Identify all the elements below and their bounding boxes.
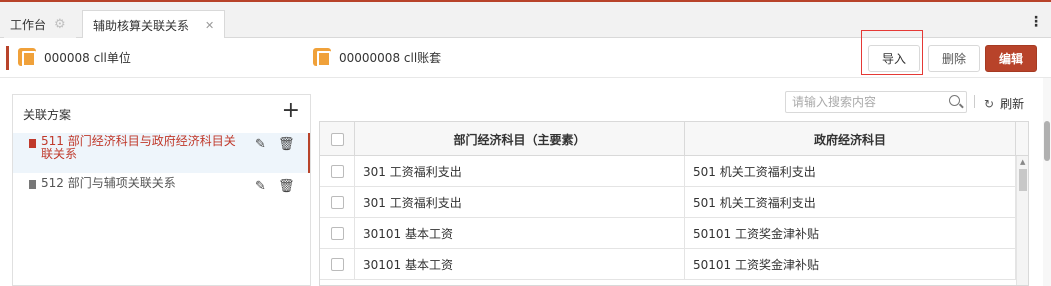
scheme-panel: 关联方案 + 511 部门经济科目与政府经济科目关联关系 ✎ 🗑 512 部门与… [12, 94, 311, 286]
row-checkbox-cell [320, 249, 355, 280]
dept-econ-cell: 301 工资福利支出 [355, 187, 685, 218]
book-label: 00000008 cll账套 [339, 50, 442, 65]
table-scrollbar[interactable]: ▲ [1016, 156, 1028, 285]
row-checkbox-cell [320, 156, 355, 187]
header-checkbox-cell [320, 122, 355, 156]
tab-label: 辅助核算关联关系 [93, 18, 190, 33]
building-icon [18, 48, 36, 67]
row-checkbox-cell [320, 218, 355, 249]
import-button[interactable]: 导入 [868, 45, 920, 72]
tab-label: 工作台 [10, 17, 47, 32]
column-header-gov-econ[interactable]: 政府经济科目 [685, 122, 1016, 156]
search-input[interactable] [786, 92, 936, 112]
dept-econ-cell: 301 工资福利支出 [355, 156, 685, 187]
dept-econ-cell: 30101 基本工资 [355, 218, 685, 249]
relations-table: 部门经济科目（主要素） 政府经济科目 301 工资福利支出 501 机关工资福利… [319, 121, 1029, 286]
row-checkbox[interactable] [330, 165, 344, 178]
close-icon[interactable]: ✕ [205, 19, 214, 32]
info-bar: 000008 cll单位 00000008 cll账套 导入 删除 编辑 [0, 30, 1051, 78]
refresh-button[interactable]: ↻ 刷新 [984, 95, 1024, 112]
scroll-up-arrow-icon[interactable]: ▲ [1020, 158, 1025, 166]
search-icon[interactable] [949, 95, 960, 106]
more-vertical-icon[interactable]: ⋮ [1029, 14, 1043, 30]
table-row[interactable]: 301 工资福利支出 501 机关工资福利支出 [320, 156, 1016, 187]
pencil-icon[interactable]: ✎ [255, 179, 266, 194]
scheme-item-512[interactable]: 512 部门与辅项关联关系 ✎ 🗑 [13, 175, 310, 197]
tab-bar: 工作台 ⚙ 辅助核算关联关系 ✕ ⋮ [0, 4, 1051, 39]
main-panel: 000008 cll单位 00000008 cll账套 导入 删除 编辑 关联方… [0, 30, 1051, 286]
add-icon[interactable]: + [282, 99, 300, 123]
row-checkbox[interactable] [330, 258, 344, 271]
top-accent-line [0, 0, 1051, 2]
refresh-icon: ↻ [984, 96, 995, 111]
document-icon [29, 139, 36, 148]
trash-icon[interactable]: 🗑 [278, 179, 295, 194]
dept-econ-cell: 30101 基本工资 [355, 249, 685, 280]
tab-aux-relations[interactable]: 辅助核算关联关系 ✕ [82, 10, 225, 39]
divider [974, 95, 975, 108]
gov-econ-cell: 501 机关工资福利支出 [685, 156, 1016, 187]
info-accent-bar [6, 46, 9, 70]
pencil-icon[interactable]: ✎ [255, 137, 266, 152]
scheme-item-label: 512 部门与辅项关联关系 [41, 176, 176, 190]
row-checkbox[interactable] [330, 196, 344, 209]
gov-econ-cell: 50101 工资奖金津补贴 [685, 218, 1016, 249]
unit-label: 000008 cll单位 [44, 50, 131, 65]
row-checkbox-cell [320, 187, 355, 218]
select-all-checkbox[interactable] [330, 132, 344, 146]
scheme-item-511[interactable]: 511 部门经济科目与政府经济科目关联关系 ✎ 🗑 [13, 133, 310, 173]
scheme-item-label: 511 部门经济科目与政府经济科目关联关系 [41, 134, 236, 161]
scheme-panel-title: 关联方案 [23, 108, 72, 122]
page-scrollbar-thumb[interactable] [1044, 121, 1050, 161]
gear-icon[interactable]: ⚙ [54, 17, 66, 32]
table-row[interactable]: 30101 基本工资 50101 工资奖金津补贴 [320, 218, 1016, 249]
delete-button[interactable]: 删除 [928, 45, 980, 72]
search-box [785, 91, 967, 113]
book-info: 00000008 cll账套 [313, 48, 442, 67]
table-header: 部门经济科目（主要素） 政府经济科目 [320, 122, 1028, 156]
ledger-icon [313, 48, 331, 67]
refresh-label: 刷新 [1000, 97, 1025, 111]
table-row[interactable]: 301 工资福利支出 501 机关工资福利支出 [320, 187, 1016, 218]
row-checkbox[interactable] [330, 227, 344, 240]
column-header-dept-econ[interactable]: 部门经济科目（主要素） [355, 122, 685, 156]
unit-info: 000008 cll单位 [18, 48, 131, 67]
trash-icon[interactable]: 🗑 [278, 137, 295, 152]
gov-econ-cell: 50101 工资奖金津补贴 [685, 249, 1016, 280]
page-scrollbar[interactable] [1043, 78, 1051, 286]
scrollbar-thumb[interactable] [1019, 169, 1027, 191]
gov-econ-cell: 501 机关工资福利支出 [685, 187, 1016, 218]
document-icon [29, 180, 36, 189]
table-row[interactable]: 30101 基本工资 50101 工资奖金津补贴 [320, 249, 1016, 280]
edit-button[interactable]: 编辑 [985, 45, 1037, 72]
tab-workbench[interactable]: 工作台 ⚙ [4, 10, 76, 38]
